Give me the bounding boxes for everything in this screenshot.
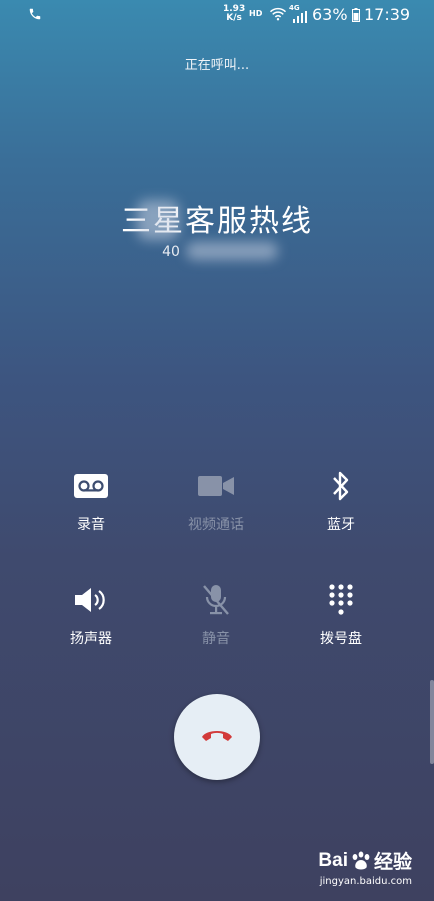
record-button[interactable]: 录音 — [31, 468, 151, 534]
video-call-label: 视频通话 — [188, 517, 244, 533]
mute-label: 静音 — [202, 631, 230, 647]
edge-panel-handle[interactable] — [430, 680, 434, 764]
speaker-icon — [71, 582, 111, 618]
mute-mic-icon — [196, 582, 236, 618]
speaker-label: 扬声器 — [70, 631, 112, 647]
end-call-button[interactable] — [174, 694, 260, 780]
record-label: 录音 — [77, 517, 105, 533]
call-status: 正在呼叫... — [184, 58, 250, 73]
dialpad-label: 拨号盘 — [320, 631, 362, 647]
mute-button[interactable]: 静音 — [156, 582, 276, 648]
watermark-url: jingyan.baidu.com — [319, 876, 412, 887]
watermark-logo-right: 经验 — [373, 852, 412, 873]
phone-call-icon — [28, 6, 42, 25]
status-clock: 17:39 — [364, 5, 411, 24]
status-bar: 1.93 K/s HD 4G 63% 17:39 — [0, 0, 434, 30]
signal-bars-icon — [293, 11, 307, 23]
hang-up-icon — [200, 727, 234, 747]
network-speed-unit: K/s — [226, 13, 242, 23]
video-call-button[interactable]: 视频通话 — [156, 468, 276, 534]
bluetooth-label: 蓝牙 — [327, 517, 355, 533]
network-speed: 1.93 K/s — [223, 5, 245, 23]
privacy-blur — [137, 200, 179, 240]
hd-badge: HD — [249, 9, 263, 18]
contact-number-visible: 40 — [162, 244, 180, 260]
speaker-button[interactable]: 扬声器 — [31, 582, 151, 648]
wifi-icon — [269, 6, 287, 25]
dialpad-icon — [321, 582, 361, 618]
baidu-watermark: Bai 经验 jingyan.baidu.com — [318, 847, 412, 888]
contact-name: 三星客服热线 — [121, 204, 313, 239]
bluetooth-button[interactable]: 蓝牙 — [281, 468, 401, 534]
watermark-logo-left: Bai — [318, 849, 348, 871]
video-camera-icon — [196, 468, 236, 504]
battery-percent: 63% — [312, 5, 348, 24]
dialpad-button[interactable]: 拨号盘 — [281, 582, 401, 648]
battery-icon — [352, 7, 360, 26]
paw-icon — [352, 851, 370, 869]
privacy-blur — [186, 242, 278, 260]
watermark-logo: Bai 经验 — [318, 847, 412, 874]
voicemail-icon — [71, 468, 111, 504]
bluetooth-icon — [321, 468, 361, 504]
